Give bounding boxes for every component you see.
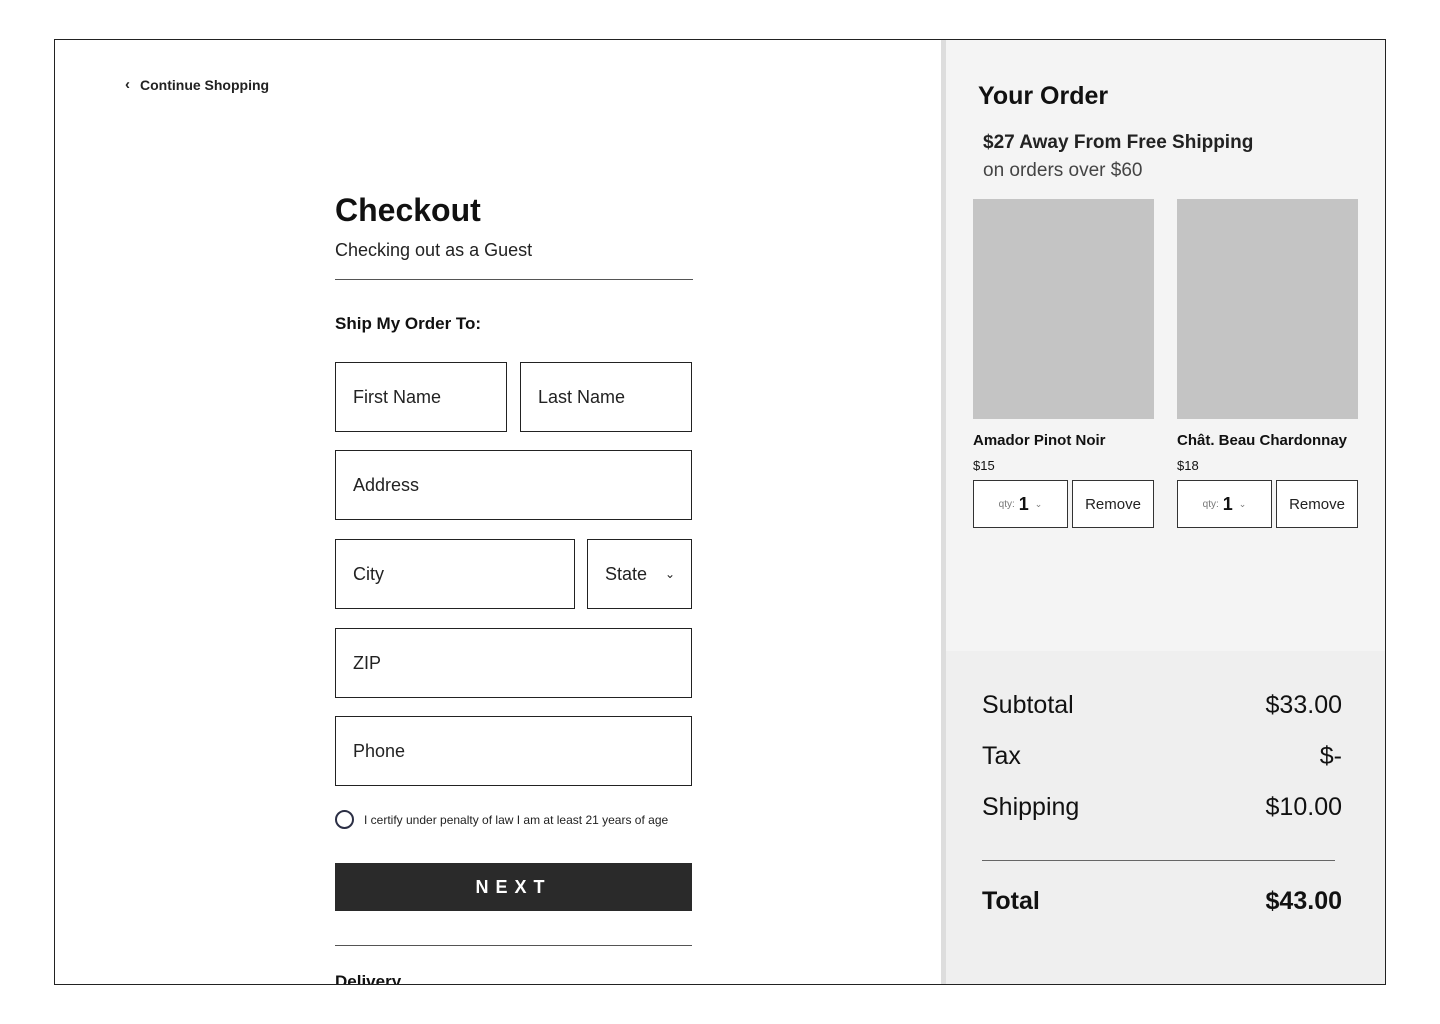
cart-item: Chât. Beau Chardonnay $18 qty: 1 ⌄ Remov… xyxy=(1177,199,1358,528)
continue-shopping-label: Continue Shopping xyxy=(140,76,270,93)
free-shipping-headline: $27 Away From Free Shipping xyxy=(983,132,1254,153)
phone-input[interactable] xyxy=(353,740,691,762)
remove-button[interactable]: Remove xyxy=(1072,480,1154,528)
free-shipping-subtext: on orders over $60 xyxy=(983,160,1143,181)
order-panel: Your Order $27 Away From Free Shipping o… xyxy=(941,40,1385,984)
product-name[interactable]: Chât. Beau Chardonnay xyxy=(1177,432,1358,449)
age-certify-label: I certify under penalty of law I am at l… xyxy=(364,812,669,827)
product-price: $15 xyxy=(973,458,995,473)
zip-input[interactable] xyxy=(353,652,691,674)
page-subtitle: Checking out as a Guest xyxy=(335,240,533,260)
page-title: Checkout xyxy=(335,192,481,228)
phone-field[interactable] xyxy=(335,716,692,786)
chevron-down-icon: ⌄ xyxy=(664,567,675,581)
city-input[interactable] xyxy=(353,563,574,585)
last-name-field[interactable] xyxy=(520,362,692,432)
qty-label: qty: xyxy=(1202,498,1219,510)
item-controls: qty: 1 ⌄ Remove xyxy=(1177,480,1358,528)
shipping-value: $10.00 xyxy=(1265,793,1342,821)
total-value: $43.00 xyxy=(1265,887,1342,915)
total-label: Total xyxy=(982,887,1040,915)
continue-shopping-link[interactable]: ‹ Continue Shopping xyxy=(125,76,269,93)
shipping-label: Shipping xyxy=(982,793,1080,821)
product-price: $18 xyxy=(1177,458,1199,473)
last-name-input[interactable] xyxy=(538,386,691,408)
divider xyxy=(335,945,692,946)
tax-row: Tax $- xyxy=(982,742,1342,771)
qty-label: qty: xyxy=(998,498,1015,510)
order-summary: Subtotal $33.00 Tax $- Shipping $10.00 T… xyxy=(946,651,1385,984)
subtotal-value: $33.00 xyxy=(1265,691,1342,719)
zip-field[interactable] xyxy=(335,628,692,698)
first-name-input[interactable] xyxy=(353,386,506,408)
tax-value: $- xyxy=(1319,742,1342,770)
divider xyxy=(335,279,693,280)
total-row: Total $43.00 xyxy=(982,887,1342,916)
remove-button[interactable]: Remove xyxy=(1276,480,1358,528)
divider xyxy=(982,860,1335,861)
product-image[interactable] xyxy=(1177,199,1358,419)
first-name-field[interactable] xyxy=(335,362,507,432)
order-title: Your Order xyxy=(978,82,1109,110)
state-select[interactable]: State ⌄ xyxy=(587,539,692,609)
quantity-select[interactable]: qty: 1 ⌄ xyxy=(1177,480,1272,528)
shipping-row: Shipping $10.00 xyxy=(982,793,1342,822)
chevron-down-icon: ⌄ xyxy=(1238,498,1247,509)
state-select-label: State xyxy=(605,563,648,584)
chevron-left-icon: ‹ xyxy=(125,76,130,93)
city-field[interactable] xyxy=(335,539,575,609)
tax-label: Tax xyxy=(982,742,1021,770)
chevron-down-icon: ⌄ xyxy=(1034,498,1043,509)
address-field[interactable] xyxy=(335,450,692,520)
qty-value: 1 xyxy=(1018,493,1029,514)
address-input[interactable] xyxy=(353,474,691,496)
subtotal-label: Subtotal xyxy=(982,691,1074,719)
quantity-select[interactable]: qty: 1 ⌄ xyxy=(973,480,1068,528)
product-image[interactable] xyxy=(973,199,1154,419)
ship-to-heading: Ship My Order To: xyxy=(335,314,482,333)
item-controls: qty: 1 ⌄ Remove xyxy=(973,480,1154,528)
delivery-heading: Delivery xyxy=(335,972,402,985)
qty-value: 1 xyxy=(1222,493,1233,514)
cart-item: Amador Pinot Noir $15 qty: 1 ⌄ Remove xyxy=(973,199,1154,528)
next-button[interactable]: NEXT xyxy=(335,863,692,911)
radio-icon[interactable] xyxy=(335,810,354,829)
age-certify: I certify under penalty of law I am at l… xyxy=(335,810,668,829)
product-name[interactable]: Amador Pinot Noir xyxy=(973,432,1154,449)
subtotal-row: Subtotal $33.00 xyxy=(982,691,1342,720)
checkout-form: Checkout Checking out as a Guest Ship My… xyxy=(335,194,693,334)
checkout-page: ‹ Continue Shopping Checkout Checking ou… xyxy=(54,39,1386,985)
